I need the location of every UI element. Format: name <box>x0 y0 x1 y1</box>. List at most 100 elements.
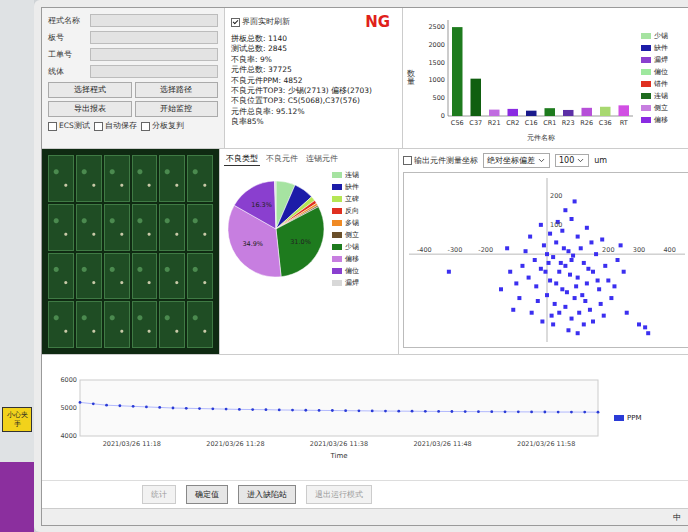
scatter-point <box>559 261 563 265</box>
checkbox-box[interactable] <box>48 122 57 131</box>
checkbox-box[interactable] <box>94 122 103 131</box>
checkbox-label: 分板复判 <box>152 121 184 131</box>
pie-tab[interactable]: 不良类型 <box>224 153 260 166</box>
legend-swatch <box>641 117 651 123</box>
action-button[interactable]: 确定值 <box>186 485 228 504</box>
form-button[interactable]: 选择程式 <box>48 82 132 98</box>
scatter-point <box>574 284 578 288</box>
checkbox-box[interactable] <box>231 18 240 27</box>
pcb-board-cell <box>76 301 102 348</box>
scatter-point <box>539 223 543 227</box>
pcb-board-cell <box>48 204 74 251</box>
ppm-point <box>238 408 241 411</box>
taskbar: 中 <box>42 508 688 525</box>
scatter-point <box>602 314 606 318</box>
scatter-point <box>582 322 586 326</box>
field-input[interactable] <box>90 48 218 61</box>
scatter-point <box>591 270 595 274</box>
option-checkboxes: ECS测试自动保存 分板复判 <box>48 121 218 131</box>
stat-line: 测试总数: 2845 <box>231 44 396 53</box>
stat-line: 元件总数: 37725 <box>231 65 396 74</box>
bar[interactable] <box>544 108 555 116</box>
option-checkbox[interactable]: 自动保存 <box>94 121 137 131</box>
scatter-point <box>582 261 586 265</box>
ppm-point <box>344 409 347 412</box>
pie-slice-reading: 34.9% <box>242 240 263 248</box>
ime-indicator[interactable]: 中 <box>673 512 681 523</box>
action-button[interactable]: 统计 <box>142 485 176 504</box>
bar[interactable] <box>526 111 537 116</box>
y-tick: 4000 <box>60 432 77 440</box>
field-input[interactable] <box>90 65 218 78</box>
range-dropdown[interactable]: 100 <box>555 154 589 167</box>
scatter-point <box>534 284 538 288</box>
field-label: 程式名称 <box>48 16 86 26</box>
ppm-point <box>198 407 201 410</box>
pie-chart: 31.0%34.9%16.3% <box>224 177 328 281</box>
x-tick: CR1 <box>543 119 556 127</box>
bar[interactable] <box>618 105 629 116</box>
action-button[interactable]: 进入缺陷站 <box>238 485 296 504</box>
field-input[interactable] <box>90 31 218 44</box>
checkbox-box[interactable] <box>403 156 412 165</box>
pie-slice[interactable] <box>276 207 324 277</box>
bar-group: R23 <box>561 110 574 127</box>
scatter-point <box>517 296 521 300</box>
bar[interactable] <box>470 79 481 116</box>
bar[interactable] <box>563 110 574 116</box>
pie-slice[interactable] <box>274 181 276 229</box>
bar-group: C16 <box>524 111 537 127</box>
field-input[interactable] <box>90 14 218 27</box>
pie-tab[interactable]: 连锡元件 <box>304 153 340 166</box>
ppm-point <box>597 410 600 413</box>
bar-group: R26 <box>580 108 593 127</box>
bar[interactable] <box>507 109 518 116</box>
scatter-point <box>565 290 569 294</box>
mode-dropdown[interactable]: 绝对坐标偏差 <box>483 153 550 168</box>
checkbox-box[interactable] <box>141 122 150 131</box>
action-button[interactable]: 退出运行模式 <box>306 485 372 504</box>
option-checkbox[interactable]: 分板复判 <box>141 121 184 131</box>
export-coords-checkbox[interactable]: 输出元件测量坐标 <box>403 156 478 166</box>
scatter-point <box>588 308 592 312</box>
ppm-point <box>225 407 228 410</box>
legend-label: 偏位 <box>654 67 668 77</box>
monitor-bezel: 程式名称板号工单号线体选择程式选择路径导出报表开始监控ECS测试自动保存分板复判… <box>34 0 688 532</box>
scatter-point <box>594 252 598 256</box>
middle-row: 不良类型不良元件连锡元件31.0%34.9%16.3%连锡缺件立碑反向多锡侧立少… <box>42 149 688 355</box>
pcb-image <box>42 149 220 354</box>
bar[interactable] <box>489 110 500 116</box>
ppm-point <box>490 410 493 413</box>
ppm-point <box>92 402 95 405</box>
ppm-point <box>145 405 148 408</box>
form-button[interactable]: 选择路径 <box>135 82 219 98</box>
legend-label: 缺件 <box>654 43 668 53</box>
bar[interactable] <box>452 27 463 116</box>
y-tick: 200 <box>550 192 562 200</box>
refresh-checkbox[interactable]: 界面实时刷新 <box>231 17 290 27</box>
bar[interactable] <box>600 107 611 116</box>
form-button[interactable]: 导出报表 <box>48 101 132 117</box>
ppm-line <box>80 402 598 412</box>
scatter-point <box>637 322 641 326</box>
pie-slice[interactable] <box>234 181 276 229</box>
bar[interactable] <box>581 108 592 116</box>
ppm-point <box>278 408 281 411</box>
ppm-point <box>318 408 321 411</box>
bar-group: C37 <box>469 79 482 127</box>
scatter-point <box>570 258 574 262</box>
ppm-point <box>251 408 254 411</box>
stat-line: 不良元件TOP3: 少锡(2713) 偏移(2703) <box>231 86 396 95</box>
pie-tab[interactable]: 不良元件 <box>264 153 300 166</box>
legend-swatch <box>641 57 651 63</box>
ppm-point <box>424 409 427 412</box>
pie-panel: 不良类型不良元件连锡元件31.0%34.9%16.3%连锡缺件立碑反向多锡侧立少… <box>220 149 399 354</box>
form-button[interactable]: 开始监控 <box>135 101 219 117</box>
ppm-point <box>397 409 400 412</box>
scatter-point <box>520 264 524 268</box>
photo-scene: 小心夹手程式名称板号工单号线体选择程式选择路径导出报表开始监控ECS测试自动保存… <box>0 0 688 532</box>
scatter-point <box>573 296 577 300</box>
ppm-point <box>132 404 135 407</box>
ppm-point <box>105 403 108 406</box>
option-checkbox[interactable]: ECS测试 <box>48 121 90 131</box>
